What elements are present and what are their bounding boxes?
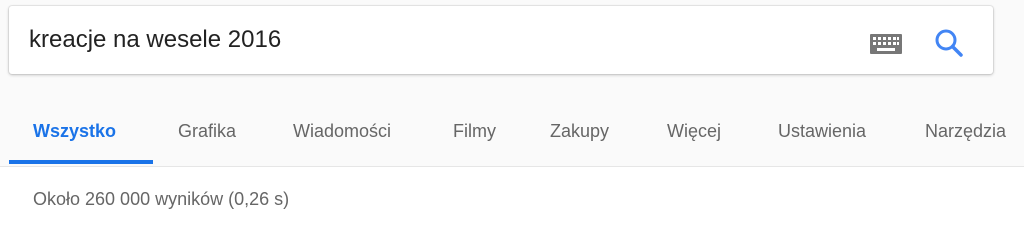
tab-narzedzia[interactable]: Narzędzia bbox=[925, 104, 1006, 166]
header-area: Wszystko Grafika Wiadomości Filmy Zakupy… bbox=[0, 0, 1024, 167]
active-tab-indicator bbox=[9, 160, 153, 164]
tab-wszystko[interactable]: Wszystko bbox=[33, 104, 116, 166]
tab-filmy[interactable]: Filmy bbox=[453, 104, 496, 166]
tab-zakupy[interactable]: Zakupy bbox=[550, 104, 609, 166]
search-tabs: Wszystko Grafika Wiadomości Filmy Zakupy… bbox=[0, 104, 1024, 166]
result-stats: Około 260 000 wyników (0,26 s) bbox=[33, 189, 290, 209]
search-icon[interactable] bbox=[932, 26, 966, 60]
tab-grafika[interactable]: Grafika bbox=[178, 104, 236, 166]
tab-ustawienia[interactable]: Ustawienia bbox=[778, 104, 866, 166]
keyboard-icon[interactable] bbox=[870, 34, 902, 54]
search-input[interactable] bbox=[29, 22, 849, 58]
search-box bbox=[9, 6, 993, 74]
tab-wiecej[interactable]: Więcej bbox=[667, 104, 721, 166]
tab-wiadomosci[interactable]: Wiadomości bbox=[293, 104, 391, 166]
